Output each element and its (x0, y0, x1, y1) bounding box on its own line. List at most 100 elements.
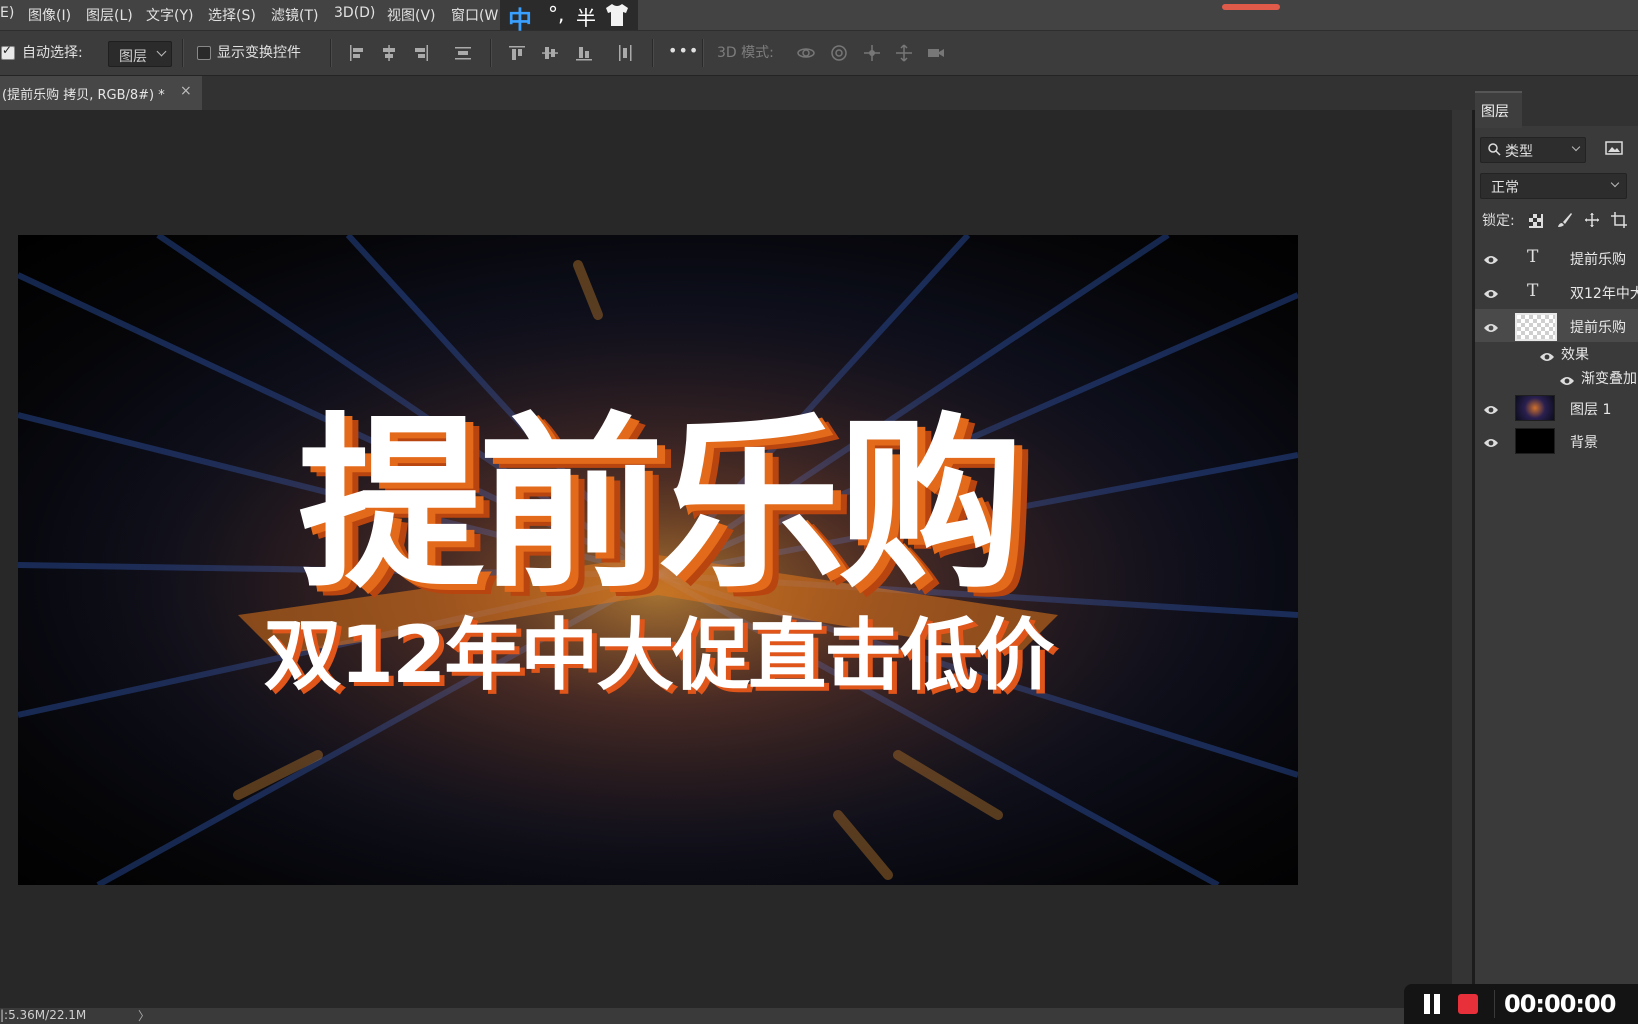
divider (330, 39, 332, 67)
menu-edit[interactable]: E) (0, 5, 14, 21)
more-options-button[interactable]: ••• (668, 41, 699, 60)
layer-thumbnail (1515, 428, 1555, 454)
tab-layers[interactable]: 图层 (1475, 91, 1522, 128)
auto-select-target-dropdown[interactable]: 图层 (108, 41, 172, 67)
eye-icon[interactable] (1483, 434, 1499, 447)
screen-recorder-controls: 00:00:00 (1404, 984, 1638, 1024)
orbit-3d-icon[interactable] (796, 43, 816, 63)
align-vcenter-icon[interactable] (540, 43, 560, 63)
image-filter-icon[interactable] (1605, 140, 1623, 156)
menu-filter[interactable]: 滤镜(T) (271, 5, 318, 25)
layer-thumbnail (1515, 313, 1557, 341)
auto-select-label: 自动选择: (22, 45, 83, 61)
blend-mode-dropdown[interactable]: 正常 (1480, 173, 1627, 199)
tshirt-icon[interactable] (604, 3, 630, 27)
pan-3d-icon[interactable] (862, 43, 882, 63)
layer-name: 双12年中大 (1570, 286, 1638, 302)
ime-width[interactable]: 半 (576, 2, 596, 31)
auto-select-target-value: 图层 (119, 49, 147, 65)
slide-3d-icon[interactable] (894, 43, 914, 63)
stop-button[interactable] (1458, 994, 1478, 1014)
align-hcenter-icon[interactable] (379, 43, 399, 63)
align-right-icon[interactable] (411, 43, 431, 63)
distribute-horizontal-icon[interactable] (615, 43, 635, 63)
effects-row[interactable]: 效果 (1475, 342, 1638, 366)
effect-name: 渐变叠加 (1581, 371, 1637, 387)
distribute-vertical-icon[interactable] (453, 43, 473, 63)
document-canvas[interactable]: 提前乐购 双12年中大促直击低价 (18, 235, 1298, 885)
tab-layers-label: 图层 (1481, 104, 1509, 120)
ime-toolbar[interactable]: 中 °, 半 (500, 0, 638, 34)
layer-name: 图层 1 (1570, 402, 1612, 418)
layer-name: 背景 (1570, 435, 1598, 451)
layer-filter-value: 类型 (1505, 144, 1533, 160)
ime-mode[interactable]: 中 (508, 0, 532, 35)
align-top-icon[interactable] (507, 43, 527, 63)
lock-transparency-icon[interactable] (1529, 213, 1543, 228)
pause-button[interactable] (1422, 994, 1442, 1014)
artwork-subline: 双12年中大促直击低价 (263, 611, 1055, 701)
menu-select[interactable]: 选择(S) (208, 5, 256, 25)
text-layer-icon: T (1527, 281, 1539, 301)
menu-view[interactable]: 视图(V) (387, 5, 436, 25)
ime-punctuation[interactable]: °, (548, 2, 564, 26)
menu-bar: E) 图像(I) 图层(L) 文字(Y) 选择(S) 滤镜(T) 3D(D) 视… (0, 0, 1638, 31)
effect-row[interactable]: 渐变叠加 (1475, 366, 1638, 390)
layer-row[interactable]: T 双12年中大 (1475, 275, 1638, 308)
search-icon (1487, 142, 1501, 160)
brush-icon[interactable] (1557, 212, 1573, 228)
chevron-down-icon (1610, 178, 1620, 188)
divider (702, 39, 704, 67)
move-icon[interactable] (1584, 212, 1600, 228)
close-icon[interactable]: × (180, 83, 192, 99)
text-layer-icon: T (1527, 247, 1539, 267)
layer-row[interactable]: 背景 (1475, 424, 1638, 457)
show-transform-checkbox[interactable] (197, 46, 211, 60)
roll-3d-icon[interactable] (829, 43, 849, 63)
eye-icon[interactable] (1483, 319, 1499, 332)
artboard-icon[interactable] (1611, 212, 1627, 228)
vertical-scrollbar[interactable] (1452, 110, 1472, 1008)
options-bar: 自动选择: 图层 显示变换控件 ••• 3D 模式: (0, 31, 1638, 76)
divider (490, 39, 492, 67)
document-tab-title: (提前乐购 拷贝, RGB/8#) * (2, 88, 165, 103)
layer-name: 提前乐购 (1570, 320, 1626, 336)
layer-row[interactable]: T 提前乐购 (1475, 241, 1638, 274)
layer-row-selected[interactable]: 提前乐购 (1475, 309, 1638, 342)
lock-label: 锁定: (1482, 213, 1515, 229)
divider (182, 39, 184, 67)
eye-icon[interactable] (1539, 348, 1555, 361)
document-tab[interactable]: (提前乐购 拷贝, RGB/8#) * × (0, 76, 202, 110)
layer-row[interactable]: 图层 1 (1475, 391, 1638, 424)
status-menu-arrow[interactable]: 〉 (138, 1007, 150, 1024)
document-size: |:5.36M/22.1M (0, 1008, 87, 1022)
align-bottom-icon[interactable] (574, 43, 594, 63)
eye-icon[interactable] (1483, 401, 1499, 414)
window-indicator (1222, 4, 1280, 10)
document-tab-bar (0, 76, 1638, 110)
eye-icon[interactable] (1483, 285, 1499, 298)
align-left-icon[interactable] (347, 43, 367, 63)
blend-mode-value: 正常 (1491, 180, 1519, 196)
menu-type[interactable]: 文字(Y) (146, 5, 193, 25)
layer-thumbnail (1515, 395, 1555, 421)
menu-3d[interactable]: 3D(D) (334, 5, 375, 21)
divider (652, 39, 654, 67)
menu-image[interactable]: 图像(I) (28, 5, 71, 25)
camera-3d-icon[interactable] (926, 43, 946, 63)
layer-name: 提前乐购 (1570, 252, 1626, 268)
divider (1494, 990, 1495, 1018)
mode-3d-label: 3D 模式: (717, 45, 774, 61)
eye-icon[interactable] (1559, 372, 1575, 385)
show-transform-label: 显示变换控件 (217, 45, 301, 61)
status-bar: |:5.36M/22.1M 〉 (0, 1008, 1475, 1024)
eye-icon[interactable] (1483, 251, 1499, 264)
layers-panel (1475, 90, 1638, 1024)
chevron-down-icon (1571, 142, 1581, 152)
menu-window[interactable]: 窗口(W (451, 5, 498, 25)
auto-select-checkbox[interactable] (1, 43, 15, 60)
recording-timer: 00:00:00 (1504, 990, 1616, 1018)
effects-label: 效果 (1561, 347, 1589, 363)
layer-filter-dropdown[interactable]: 类型 (1480, 137, 1586, 163)
menu-layer[interactable]: 图层(L) (86, 5, 133, 25)
